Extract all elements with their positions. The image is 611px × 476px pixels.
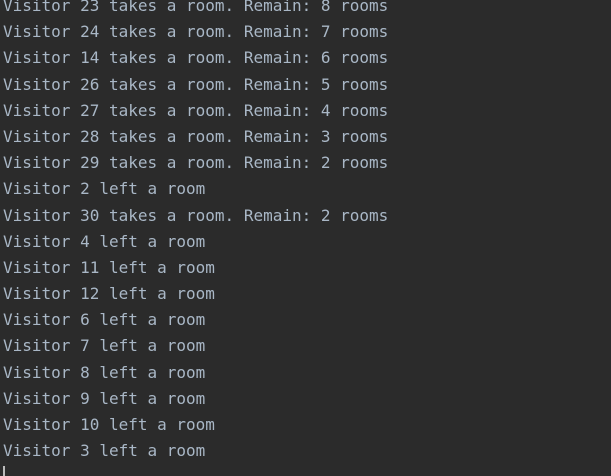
console-line: Visitor 29 takes a room. Remain: 2 rooms <box>3 153 389 173</box>
console-line: Visitor 24 takes a room. Remain: 7 rooms <box>3 22 389 42</box>
text-cursor[interactable] <box>3 466 5 476</box>
console-line: Visitor 2 left a room <box>3 179 206 199</box>
console-line: Visitor 12 left a room <box>3 284 215 304</box>
console-line: Visitor 23 takes a room. Remain: 8 rooms <box>3 0 389 15</box>
console-output: Visitor 23 takes a room. Remain: 8 rooms… <box>0 0 611 476</box>
console-line: Visitor 30 takes a room. Remain: 2 rooms <box>3 205 389 225</box>
console-line: Visitor 9 left a room <box>3 388 206 408</box>
console-line: Visitor 4 left a room <box>3 231 206 251</box>
console-line: Visitor 14 takes a room. Remain: 6 rooms <box>3 48 389 68</box>
console-line: Visitor 10 left a room <box>3 415 215 434</box>
console-line: Visitor 8 left a room <box>3 362 206 382</box>
console-line: Visitor 26 takes a room. Remain: 5 rooms <box>3 74 389 94</box>
console-line: Visitor 27 takes a room. Remain: 4 rooms <box>3 100 389 120</box>
console-line: Visitor 6 left a room <box>3 310 206 330</box>
console-line: Visitor 11 left a room <box>3 257 215 277</box>
console-line: Visitor 7 left a room <box>3 336 206 356</box>
console-line: Visitor 28 takes a room. Remain: 3 rooms <box>3 126 389 146</box>
console-line: Visitor 3 left a room <box>3 441 206 461</box>
